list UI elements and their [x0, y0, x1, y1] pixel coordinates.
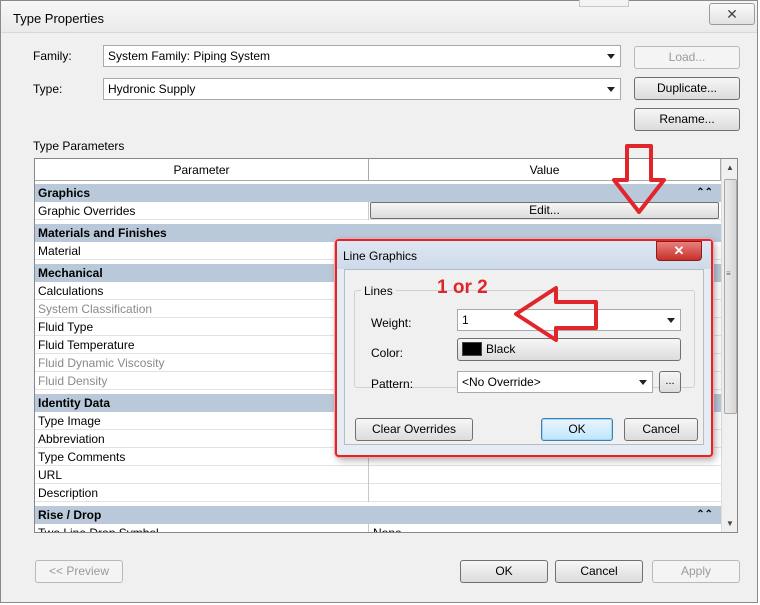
- chevron-down-icon: [639, 380, 647, 385]
- value-column-header[interactable]: Value: [369, 159, 721, 181]
- row-url[interactable]: URL: [35, 466, 721, 484]
- param-name: Fluid Type: [35, 318, 369, 336]
- family-label: Family:: [33, 49, 72, 63]
- param-value[interactable]: [370, 466, 721, 484]
- collapse-icon[interactable]: ⌃⌃: [696, 184, 713, 202]
- param-name: URL: [35, 466, 369, 484]
- type-dropdown[interactable]: Hydronic Supply: [103, 78, 621, 100]
- preview-button[interactable]: << Preview: [35, 560, 123, 583]
- param-name: Fluid Temperature: [35, 336, 369, 354]
- chevron-down-icon: [667, 318, 675, 323]
- type-parameters-label: Type Parameters: [33, 139, 125, 153]
- param-name: Type Image: [35, 412, 369, 430]
- vertical-scrollbar[interactable]: ▲ ≡ ▼: [721, 159, 737, 532]
- param-name: Two Line Drop Symbol: [35, 524, 369, 532]
- group-graphics[interactable]: Graphics ⌃⌃: [35, 184, 721, 202]
- param-name: Abbreviation: [35, 430, 369, 448]
- grip-icon: ≡: [726, 269, 731, 278]
- group-label: Mechanical: [38, 266, 103, 280]
- family-dropdown[interactable]: System Family: Piping System: [103, 45, 621, 67]
- duplicate-button[interactable]: Duplicate...: [634, 77, 740, 100]
- line-graphics-dialog: Line Graphics ✕ Lines Weight: 1 Color: B…: [335, 239, 713, 457]
- load-button[interactable]: Load...: [634, 46, 740, 69]
- param-name: Description: [35, 484, 369, 502]
- dialog-title-bar: Line Graphics ✕: [337, 241, 711, 269]
- group-label: Graphics: [38, 186, 91, 200]
- annotation-text: 1 or 2: [437, 277, 488, 298]
- param-name: Graphic Overrides: [35, 202, 369, 220]
- color-button[interactable]: Black: [457, 338, 681, 361]
- pattern-browse-button[interactable]: ...: [659, 371, 681, 393]
- row-graphic-overrides[interactable]: Graphic Overrides Edit...: [35, 202, 721, 220]
- color-label: Color:: [371, 346, 404, 360]
- group-rise-drop[interactable]: Rise / Drop ⌃⌃: [35, 506, 721, 524]
- pattern-value: <No Override>: [462, 375, 541, 389]
- scroll-thumb[interactable]: [724, 179, 737, 414]
- group-label: Identity Data: [38, 396, 111, 410]
- apply-button[interactable]: Apply: [652, 560, 740, 583]
- background-tab: [579, 0, 629, 7]
- param-value[interactable]: [370, 484, 721, 502]
- param-name: System Classification: [35, 300, 369, 318]
- weight-label: Weight:: [371, 316, 412, 330]
- group-label: Rise / Drop: [38, 508, 102, 522]
- weight-dropdown[interactable]: 1: [457, 309, 681, 331]
- scroll-up-icon[interactable]: ▲: [726, 163, 734, 172]
- ok-button[interactable]: OK: [460, 560, 548, 583]
- group-label: Materials and Finishes: [38, 226, 167, 240]
- pattern-dropdown[interactable]: <No Override>: [457, 371, 653, 393]
- color-swatch: [462, 342, 482, 356]
- param-name: Calculations: [35, 282, 369, 300]
- edit-button[interactable]: Edit...: [370, 202, 719, 219]
- param-name: Type Comments: [35, 448, 369, 466]
- pattern-label: Pattern:: [371, 377, 414, 391]
- dialog-ok-button[interactable]: OK: [541, 418, 613, 441]
- type-dropdown-value: Hydronic Supply: [108, 82, 196, 96]
- dialog-close-button[interactable]: ✕: [656, 241, 702, 261]
- dialog-title: Line Graphics: [343, 249, 418, 263]
- color-value: Black: [486, 342, 516, 356]
- cancel-button[interactable]: Cancel: [555, 560, 643, 583]
- lines-group-label: Lines: [361, 284, 396, 298]
- window-close-button[interactable]: ✕: [709, 3, 755, 25]
- dialog-cancel-button[interactable]: Cancel: [624, 418, 698, 441]
- chevron-down-icon: [607, 54, 615, 59]
- title-bar: Type Properties ✕: [1, 0, 757, 33]
- row-two-line-drop-symbol[interactable]: Two Line Drop Symbol None: [35, 524, 721, 532]
- clear-overrides-button[interactable]: Clear Overrides: [355, 418, 473, 441]
- dialog-body: Lines Weight: 1 Color: Black Pattern: <N…: [344, 269, 704, 445]
- rename-button[interactable]: Rename...: [634, 108, 740, 131]
- grid-header: Parameter Value: [35, 159, 721, 181]
- scroll-down-icon[interactable]: ▼: [726, 519, 734, 528]
- family-dropdown-value: System Family: Piping System: [108, 49, 271, 63]
- param-name: Material: [35, 242, 369, 260]
- param-name: Fluid Dynamic Viscosity: [35, 354, 369, 372]
- row-description[interactable]: Description: [35, 484, 721, 502]
- param-value[interactable]: None: [370, 524, 721, 532]
- weight-value: 1: [462, 313, 469, 327]
- param-name: Fluid Density: [35, 372, 369, 390]
- window-title: Type Properties: [13, 11, 105, 26]
- chevron-down-icon: [607, 87, 615, 92]
- parameter-column-header[interactable]: Parameter: [35, 159, 369, 181]
- collapse-icon[interactable]: ⌃⌃: [696, 506, 713, 524]
- type-label: Type:: [33, 82, 63, 96]
